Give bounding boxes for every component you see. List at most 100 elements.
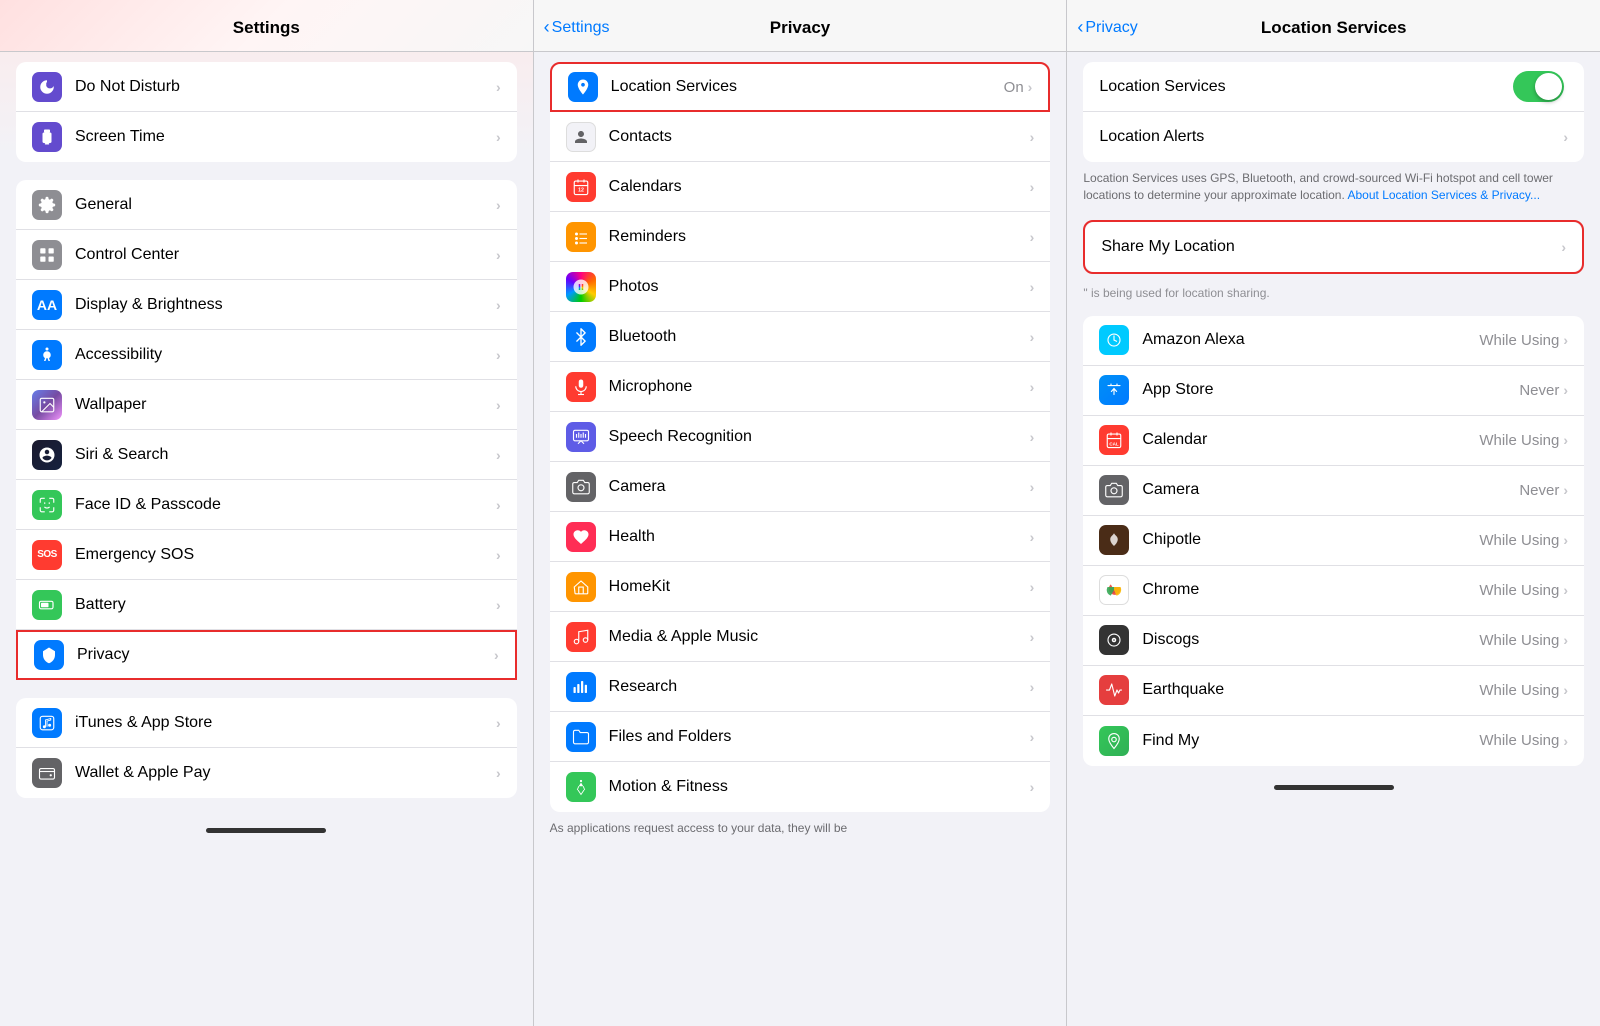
app-row-find-my[interactable]: Find My While Using › [1083, 716, 1584, 766]
location-services-row-label: Location Services [1099, 78, 1513, 96]
settings-group-1: Do Not Disturb › Screen Time › [16, 62, 517, 162]
back-chevron-icon: ‹ [1077, 17, 1083, 38]
chrome-icon [1099, 575, 1129, 605]
app-row-amazon-alexa[interactable]: Amazon Alexa While Using › [1083, 316, 1584, 366]
settings-row-siri-search[interactable]: Siri & Search › [16, 430, 517, 480]
homekit-label: HomeKit [609, 578, 1030, 596]
motion-fitness-icon [566, 772, 596, 802]
location-services-toggle[interactable] [1513, 71, 1564, 102]
privacy-row-photos[interactable]: Photos › [550, 262, 1051, 312]
battery-icon [32, 590, 62, 620]
wallet-label: Wallet & Apple Pay [75, 764, 496, 782]
privacy-row-research[interactable]: Research › [550, 662, 1051, 712]
settings-row-itunes[interactable]: iTunes & App Store › [16, 698, 517, 748]
privacy-row-homekit[interactable]: HomeKit › [550, 562, 1051, 612]
location-services-group: Location Services Location Alerts › [1083, 62, 1584, 162]
privacy-row-location-services[interactable]: Location Services On › [550, 62, 1051, 112]
location-services-desc: Location Services uses GPS, Bluetooth, a… [1067, 162, 1600, 212]
settings-row-privacy[interactable]: Privacy › [16, 630, 517, 680]
chrome-label: Chrome [1142, 581, 1479, 599]
location-services-title: Location Services [1261, 18, 1407, 38]
location-services-link[interactable]: About Location Services & Privacy... [1348, 188, 1541, 202]
accessibility-label: Accessibility [75, 346, 496, 364]
app-row-chipotle[interactable]: Chipotle While Using › [1083, 516, 1584, 566]
chevron-icon: › [496, 715, 501, 731]
chevron-icon: › [1563, 632, 1568, 648]
files-folders-label: Files and Folders [609, 728, 1030, 746]
settings-row-wallpaper[interactable]: Wallpaper › [16, 380, 517, 430]
privacy-footer-text: As applications request access to your d… [550, 820, 1051, 837]
privacy-row-speech[interactable]: Speech Recognition › [550, 412, 1051, 462]
settings-header: Settings [0, 0, 533, 52]
privacy-row-media-music[interactable]: Media & Apple Music › [550, 612, 1051, 662]
settings-row-accessibility[interactable]: Accessibility › [16, 330, 517, 380]
privacy-row-calendars[interactable]: 12 Calendars › [550, 162, 1051, 212]
privacy-footer: As applications request access to your d… [534, 812, 1067, 853]
calendars-label: Calendars [609, 178, 1030, 196]
chevron-icon: › [496, 397, 501, 413]
settings-content: Do Not Disturb › Screen Time › [0, 52, 533, 1026]
app-row-camera[interactable]: Camera Never › [1083, 466, 1584, 516]
emergency-sos-label: Emergency SOS [75, 546, 496, 564]
chevron-icon: › [1563, 582, 1568, 598]
chevron-icon: › [496, 197, 501, 213]
settings-row-battery[interactable]: Battery › [16, 580, 517, 630]
privacy-row-health[interactable]: Health › [550, 512, 1051, 562]
privacy-row-camera[interactable]: Camera › [550, 462, 1051, 512]
settings-row-general[interactable]: General › [16, 180, 517, 230]
earthquake-value: While Using [1479, 682, 1559, 699]
contacts-label: Contacts [609, 128, 1030, 146]
settings-row-screen-time[interactable]: Screen Time › [16, 112, 517, 162]
app-row-chrome[interactable]: Chrome While Using › [1083, 566, 1584, 616]
find-my-label: Find My [1142, 732, 1479, 750]
photos-label: Photos [609, 278, 1030, 296]
location-back-button[interactable]: ‹ Privacy [1077, 17, 1137, 38]
location-services-value: On [1004, 79, 1024, 96]
calendars-icon: 12 [566, 172, 596, 202]
microphone-label: Microphone [609, 378, 1030, 396]
research-label: Research [609, 678, 1030, 696]
privacy-row-reminders[interactable]: Reminders › [550, 212, 1051, 262]
privacy-row-contacts[interactable]: Contacts › [550, 112, 1051, 162]
battery-label: Battery [75, 596, 496, 614]
chevron-icon: › [1030, 629, 1035, 645]
app-row-calendar[interactable]: CAL Calendar While Using › [1083, 416, 1584, 466]
discogs-value: While Using [1479, 632, 1559, 649]
speech-label: Speech Recognition [609, 428, 1030, 446]
microphone-icon [566, 372, 596, 402]
chevron-icon: › [496, 447, 501, 463]
accessibility-icon [32, 340, 62, 370]
privacy-back-button[interactable]: ‹ Settings [544, 17, 610, 38]
settings-row-wallet[interactable]: Wallet & Apple Pay › [16, 748, 517, 798]
privacy-row-motion-fitness[interactable]: Motion & Fitness › [550, 762, 1051, 812]
app-row-app-store[interactable]: App Store Never › [1083, 366, 1584, 416]
settings-row-display-brightness[interactable]: AA Display & Brightness › [16, 280, 517, 330]
privacy-row-files-folders[interactable]: Files and Folders › [550, 712, 1051, 762]
settings-row-emergency-sos[interactable]: SOS Emergency SOS › [16, 530, 517, 580]
chevron-icon: › [496, 597, 501, 613]
bluetooth-label: Bluetooth [609, 328, 1030, 346]
chevron-icon: › [1030, 329, 1035, 345]
control-center-icon [32, 240, 62, 270]
privacy-label: Privacy [77, 646, 494, 664]
chevron-icon: › [1563, 332, 1568, 348]
settings-row-control-center[interactable]: Control Center › [16, 230, 517, 280]
privacy-title: Privacy [770, 18, 831, 38]
privacy-row-bluetooth[interactable]: Bluetooth › [550, 312, 1051, 362]
location-services-toggle-row[interactable]: Location Services [1083, 62, 1584, 112]
display-brightness-label: Display & Brightness [75, 296, 496, 314]
settings-row-do-not-disturb[interactable]: Do Not Disturb › [16, 62, 517, 112]
wallpaper-icon [32, 390, 62, 420]
chevron-icon: › [496, 497, 501, 513]
app-row-discogs[interactable]: Discogs While Using › [1083, 616, 1584, 666]
settings-row-face-id[interactable]: Face ID & Passcode › [16, 480, 517, 530]
privacy-icon [34, 640, 64, 670]
toggle-knob [1535, 73, 1562, 100]
privacy-back-label: Settings [552, 19, 610, 37]
location-alerts-row[interactable]: Location Alerts › [1083, 112, 1584, 162]
privacy-panel: ‹ Settings Privacy Location Services On … [533, 0, 1067, 1026]
privacy-row-microphone[interactable]: Microphone › [550, 362, 1051, 412]
camera-app-icon [1099, 475, 1129, 505]
share-my-location-row[interactable]: Share My Location › [1085, 222, 1582, 272]
app-row-earthquake[interactable]: Earthquake While Using › [1083, 666, 1584, 716]
